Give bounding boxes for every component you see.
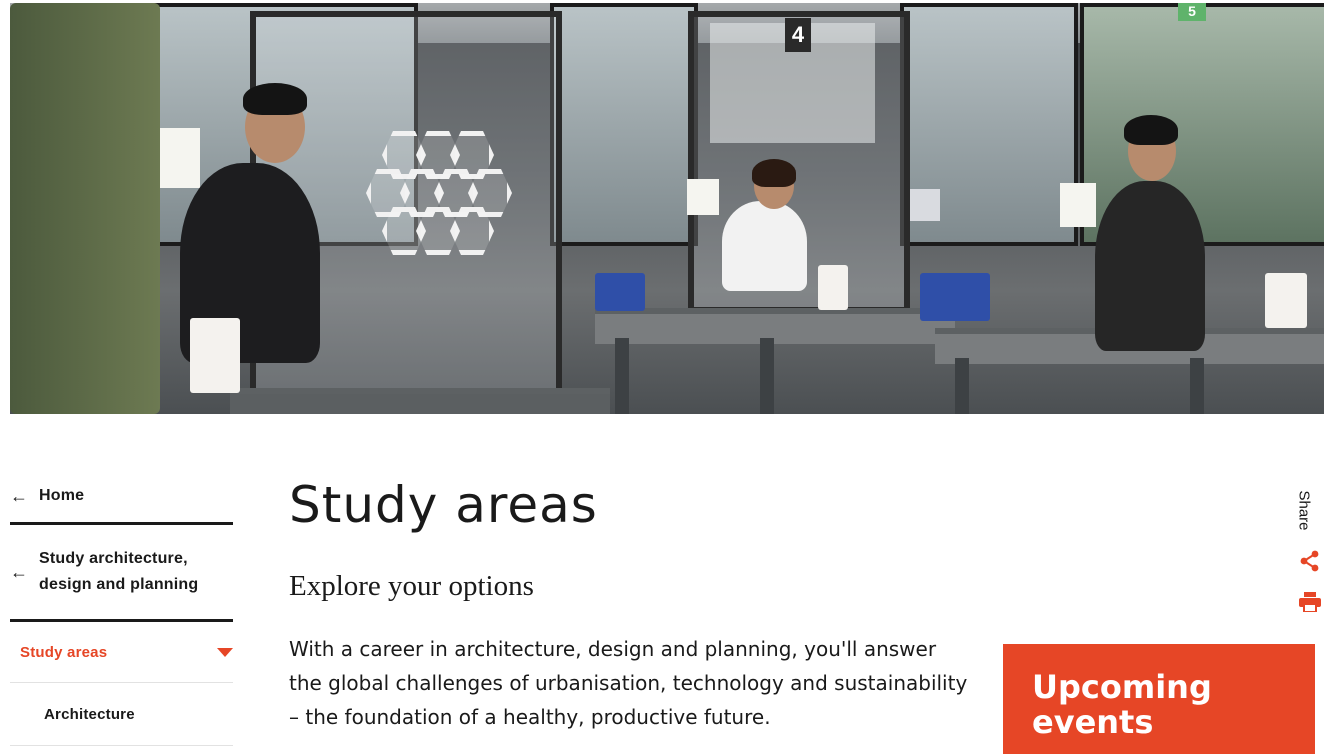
print-icon[interactable]	[1299, 592, 1321, 612]
nav-parent-label-line2: design and planning	[39, 576, 199, 593]
hero-paper-roll	[190, 318, 240, 393]
upcoming-events-panel[interactable]: Upcoming events	[1003, 644, 1315, 754]
hero-notice	[687, 179, 719, 215]
hero-sign-number: 4	[785, 18, 811, 52]
hero-paper-roll	[1265, 273, 1307, 328]
upcoming-events-title: Upcoming events	[1032, 670, 1212, 740]
nav-current-item[interactable]: Study areas	[10, 622, 233, 683]
hero-window	[550, 3, 698, 246]
nav-parent-link[interactable]: ← Study architecture, design and plannin…	[10, 525, 233, 622]
hero-person-hair	[1124, 115, 1178, 145]
upcoming-events-title-line2: events	[1032, 703, 1154, 741]
hero-workbench	[595, 308, 955, 344]
hero-vice	[920, 273, 990, 321]
hero-drill-press	[10, 3, 160, 414]
hero-bench-leg	[760, 338, 774, 414]
nav-parent-label-line1: Study architecture,	[39, 550, 188, 567]
upcoming-events-title-line1: Upcoming	[1032, 668, 1212, 706]
arrow-left-icon: ←	[10, 561, 28, 582]
hero-workbench	[230, 388, 610, 414]
hero-vice	[595, 273, 645, 311]
page-subtitle: Explore your options	[289, 570, 534, 602]
nav-current-label: Study areas	[20, 643, 108, 661]
hero-bench-leg	[615, 338, 629, 414]
hero-notice	[1060, 183, 1096, 227]
hero-image: 4 5	[10, 3, 1324, 414]
hero-sign-number: 5	[1178, 3, 1206, 21]
nav-home-link[interactable]: ← Home	[10, 470, 233, 525]
hero-person-hair	[752, 159, 796, 187]
hero-notice	[910, 189, 940, 221]
nav-parent-label: Study architecture, design and planning	[39, 546, 198, 598]
side-navigation: ← Home ← Study architecture, design and …	[10, 470, 233, 746]
hero-person	[722, 201, 807, 291]
arrow-left-icon: ←	[10, 485, 28, 506]
hero-person-hair	[243, 83, 307, 115]
share-icon[interactable]	[1300, 550, 1320, 572]
share-label: Share	[1295, 488, 1322, 540]
nav-child-label: Architecture	[44, 705, 135, 723]
page-title: Study areas	[289, 476, 598, 534]
hero-person	[1095, 181, 1205, 351]
intro-paragraph: With a career in architecture, design an…	[289, 637, 968, 729]
nav-child-item-architecture[interactable]: Architecture	[10, 683, 233, 746]
hero-bench-leg	[955, 358, 969, 414]
hero-paper-roll	[818, 265, 848, 310]
caret-down-icon[interactable]	[217, 647, 233, 657]
nav-home-label: Home	[39, 487, 85, 504]
share-label-text: Share	[1295, 490, 1313, 531]
hero-bench-leg	[1190, 358, 1204, 414]
